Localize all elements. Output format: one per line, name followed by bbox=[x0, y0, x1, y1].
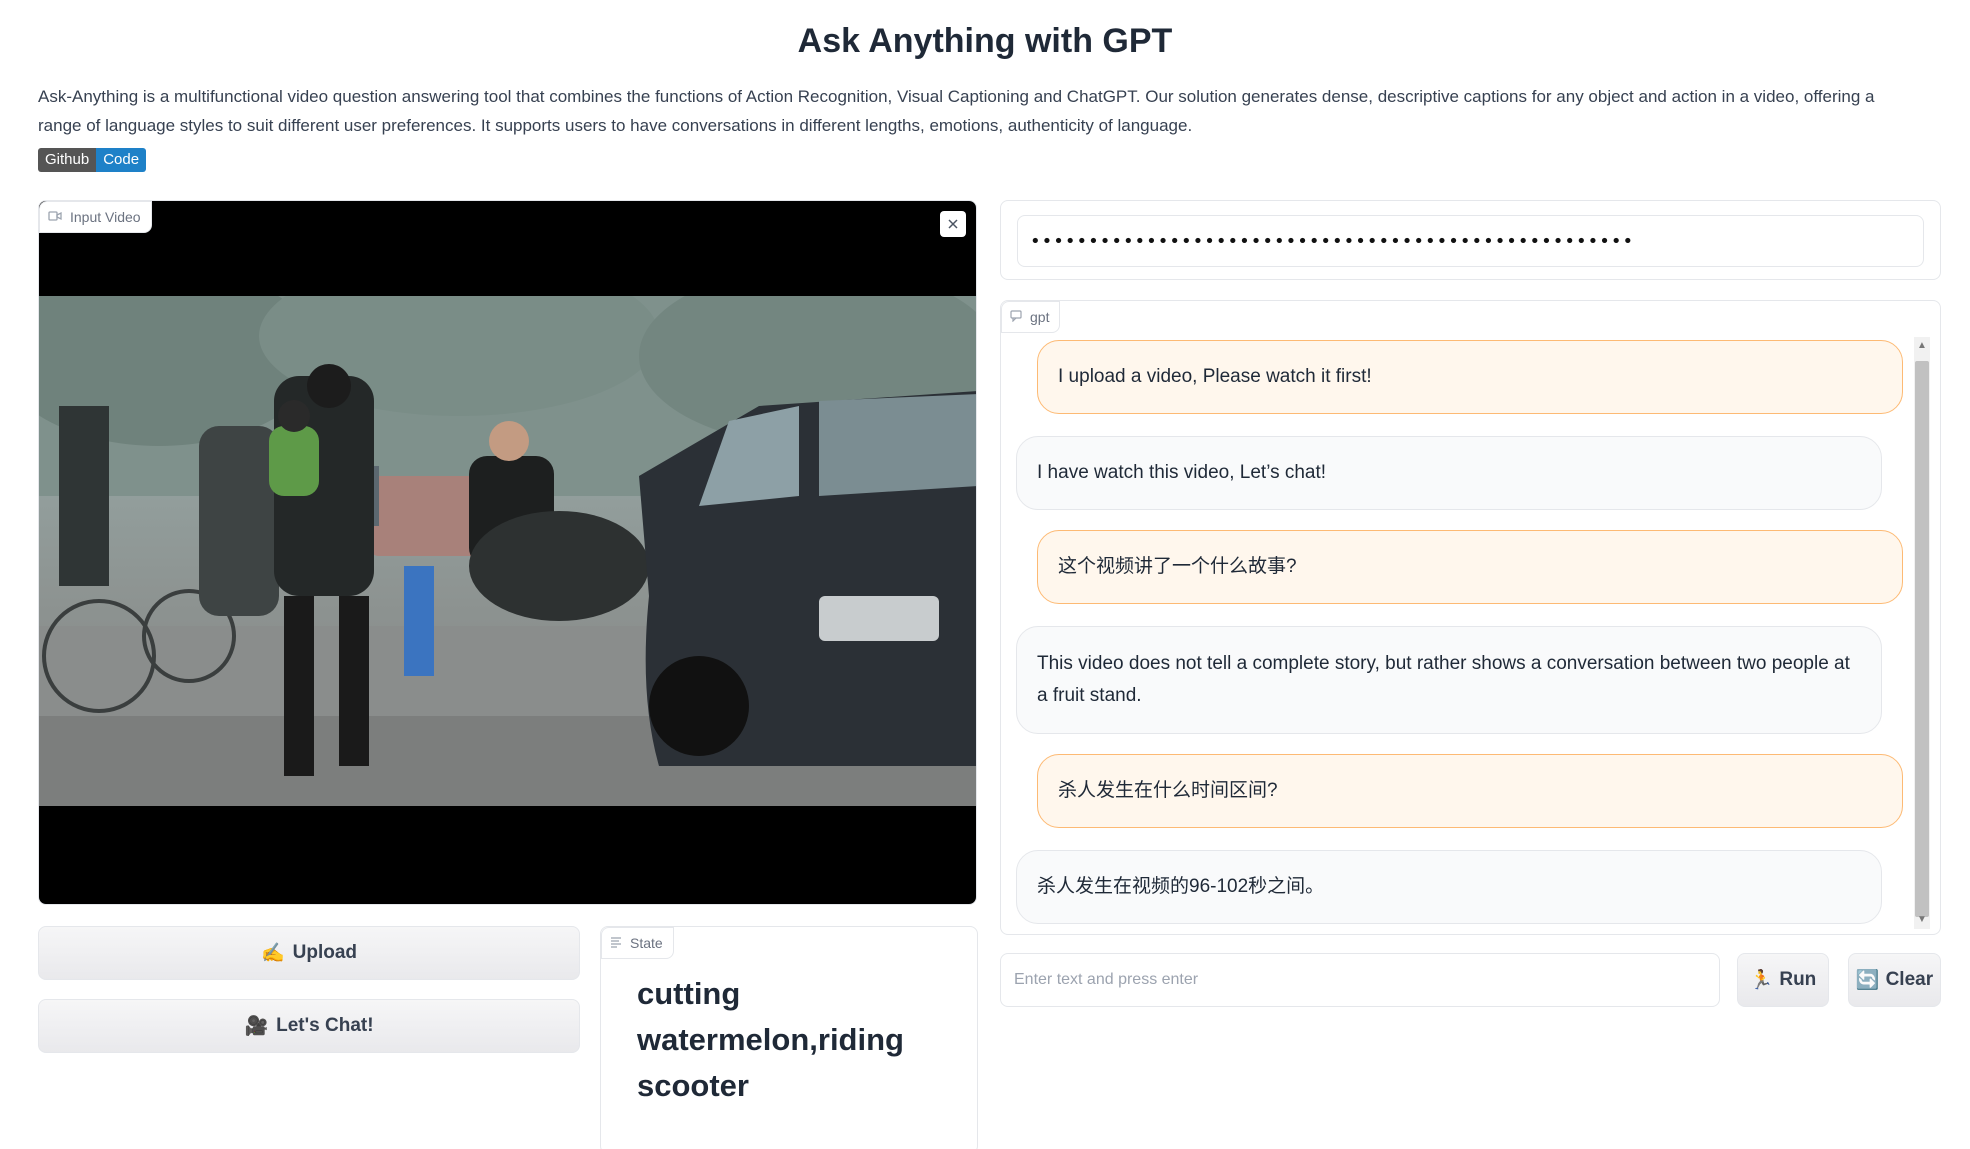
chatbot-label: gpt bbox=[1001, 301, 1061, 333]
chat-scrollbar[interactable]: ▲ ▼ bbox=[1914, 337, 1930, 929]
run-button[interactable]: 🏃 Run bbox=[1737, 953, 1829, 1007]
video-camera-icon bbox=[48, 209, 62, 225]
video-frame[interactable] bbox=[39, 296, 976, 806]
chat-message-bot: 杀人发生在视频的96-102秒之间。 bbox=[1016, 850, 1882, 924]
scroll-down-icon[interactable]: ▼ bbox=[1917, 915, 1927, 925]
input-video-label-text: Input Video bbox=[70, 209, 141, 225]
running-person-icon: 🏃 bbox=[1749, 970, 1774, 991]
chat-bubble-icon bbox=[1010, 309, 1022, 325]
chat-message-user: I upload a video, Please watch it first! bbox=[1037, 340, 1903, 414]
state-value: cutting watermelon,riding scooter bbox=[637, 976, 904, 1103]
chatbot-label-text: gpt bbox=[1030, 309, 1050, 325]
api-key-panel bbox=[1000, 200, 1941, 280]
lets-chat-button-label: Let's Chat! bbox=[276, 1015, 374, 1036]
chat-scroll-thumb[interactable] bbox=[1915, 361, 1929, 917]
page-title: Ask Anything with GPT bbox=[797, 22, 1173, 60]
api-key-input[interactable] bbox=[1017, 215, 1924, 267]
chat-message-user: 这个视频讲了一个什么故事? bbox=[1037, 530, 1903, 604]
close-icon[interactable] bbox=[940, 211, 966, 237]
github-code-badge[interactable]: Github Code bbox=[38, 148, 147, 172]
state-panel: State cutting watermelon,riding scooter bbox=[600, 926, 978, 1149]
text-icon bbox=[610, 935, 622, 951]
clear-button-label: Clear bbox=[1885, 969, 1934, 990]
writing-hand-icon: ✍️ bbox=[260, 943, 285, 964]
input-video-panel[interactable]: Input Video bbox=[38, 200, 977, 905]
state-label-text: State bbox=[630, 935, 663, 951]
upload-button[interactable]: ✍️ Upload bbox=[38, 926, 580, 980]
scroll-up-icon[interactable]: ▲ bbox=[1917, 341, 1927, 351]
input-video-label: Input Video bbox=[39, 201, 152, 233]
upload-button-label: Upload bbox=[292, 942, 358, 963]
chat-message-user: 杀人发生在什么时间区间? bbox=[1037, 754, 1903, 828]
chat-message-bot: I have watch this video, Let’s chat! bbox=[1016, 436, 1882, 510]
page-description: Ask-Anything is a multifunctional video … bbox=[38, 87, 1875, 135]
refresh-icon: 🔄 bbox=[1855, 970, 1880, 991]
clear-button[interactable]: 🔄 Clear bbox=[1848, 953, 1941, 1007]
state-label: State bbox=[601, 927, 674, 959]
movie-camera-icon: 🎥 bbox=[244, 1016, 269, 1037]
chat-message-bot: This video does not tell a complete stor… bbox=[1016, 626, 1882, 734]
lets-chat-button[interactable]: 🎥 Let's Chat! bbox=[38, 999, 580, 1053]
chat-text-input[interactable] bbox=[1000, 953, 1720, 1007]
badge-github-label: Github bbox=[38, 148, 97, 172]
badge-code-label: Code bbox=[96, 148, 147, 172]
run-button-label: Run bbox=[1779, 969, 1817, 990]
